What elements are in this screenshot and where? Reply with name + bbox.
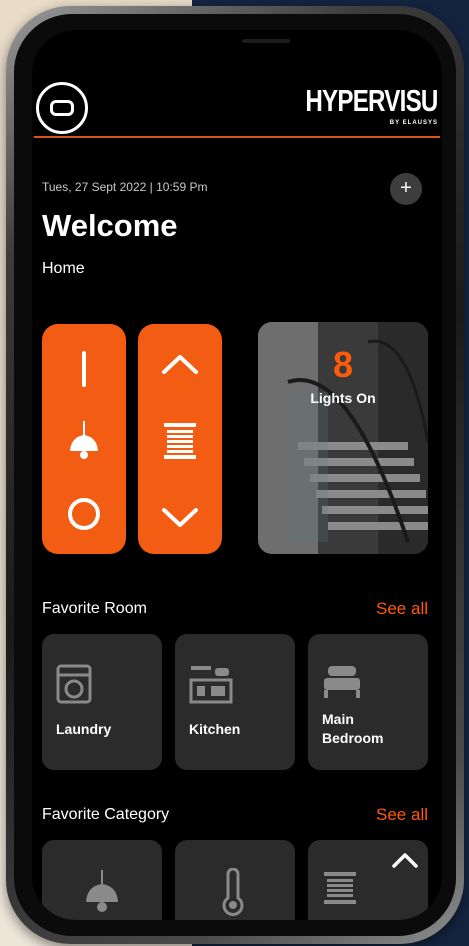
on-line-icon: [82, 351, 86, 387]
light-off-button[interactable]: [42, 492, 126, 536]
chevron-down-icon: [162, 508, 198, 527]
blinds-icon: [324, 872, 356, 904]
blind-stop-button[interactable]: [138, 416, 222, 466]
brand-logo: HYPERVISU BY ELAUSYS: [268, 83, 439, 126]
room-label: Laundry: [56, 721, 112, 737]
room-tile-kitchen[interactable]: Kitchen: [175, 634, 295, 770]
blind-up-button[interactable]: [138, 342, 222, 386]
ceiling-lamp-icon: [86, 870, 118, 912]
lights-on-card[interactable]: 8 Lights On: [258, 322, 428, 554]
chevron-up-icon: [162, 355, 198, 374]
room-label: Kitchen: [189, 721, 241, 737]
phone-notch: [182, 30, 350, 60]
header-divider: [34, 136, 440, 138]
kitchen-icon: [189, 666, 233, 704]
favorite-room-see-all[interactable]: See all: [376, 599, 428, 619]
light-on-button[interactable]: [42, 346, 126, 392]
light-control-card: [42, 324, 126, 554]
menu-button[interactable]: [36, 82, 88, 134]
room-tile-laundry[interactable]: Laundry: [42, 634, 162, 770]
chevron-up-icon: [392, 853, 418, 868]
light-lamp-button[interactable]: [42, 416, 126, 466]
brand-name: HYPERVISU: [305, 83, 439, 118]
off-circle-icon: [68, 498, 100, 530]
washing-machine-icon: [56, 664, 92, 704]
brand-subtitle: BY ELAUSYS: [389, 120, 438, 126]
category-tile-climate[interactable]: [175, 840, 295, 920]
ceiling-lamp-icon: [70, 421, 98, 459]
room-label: Main Bedroom: [322, 711, 384, 746]
lights-on-label: Lights On: [310, 390, 376, 406]
bed-icon: [324, 666, 360, 698]
room-tile-main-bedroom[interactable]: Main Bedroom: [308, 634, 428, 770]
scroll-to-top-button[interactable]: [387, 842, 423, 878]
blind-down-button[interactable]: [138, 496, 222, 540]
datetime-text: Tues, 27 Sept 2022 | 10:59 Pm: [42, 180, 208, 194]
location-label: Home: [42, 260, 85, 277]
speaker-grille: [242, 39, 290, 43]
add-button[interactable]: +: [390, 173, 422, 205]
menu-icon: [50, 100, 74, 116]
app-screen: HYPERVISU BY ELAUSYS Tues, 27 Sept 2022 …: [32, 30, 442, 920]
favorite-room-title: Favorite Room: [42, 600, 147, 617]
blind-control-card: [138, 324, 222, 554]
category-tile-lighting[interactable]: [42, 840, 162, 920]
lights-on-count: 8: [332, 344, 354, 385]
thermometer-icon: [222, 868, 244, 916]
favorite-category-title: Favorite Category: [42, 806, 170, 823]
favorite-category-see-all[interactable]: See all: [376, 805, 428, 825]
blinds-icon: [164, 423, 196, 459]
welcome-heading: Welcome: [42, 208, 178, 243]
